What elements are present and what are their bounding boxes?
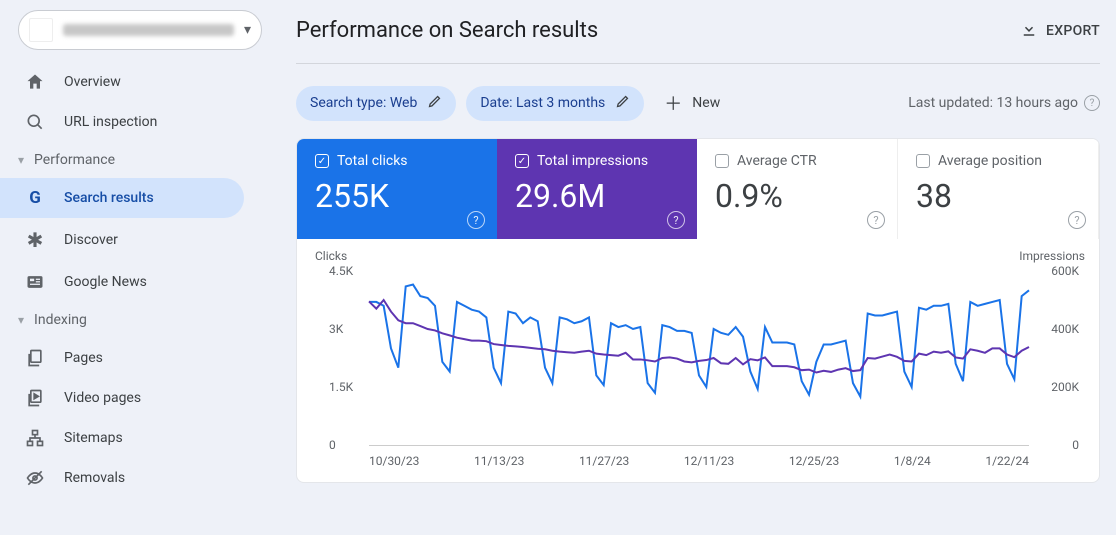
metric-value: 255K bbox=[315, 177, 479, 215]
performance-card: ✓ Total clicks 255K ? ✓ Total impressions … bbox=[296, 138, 1100, 483]
export-label: EXPORT bbox=[1046, 23, 1100, 39]
chevron-down-icon: ▾ bbox=[18, 153, 24, 167]
checkbox-unchecked-icon: ✓ bbox=[715, 154, 729, 168]
google-g-icon: G bbox=[24, 188, 46, 208]
nav-removals[interactable]: Removals bbox=[0, 458, 244, 498]
xtick: 1/22/24 bbox=[985, 454, 1029, 468]
property-icon bbox=[29, 18, 53, 42]
help-icon[interactable]: ? bbox=[867, 211, 885, 229]
chevron-down-icon: ▾ bbox=[18, 313, 24, 327]
ytick-left: 1.5K bbox=[329, 380, 353, 394]
filter-date[interactable]: Date: Last 3 months bbox=[466, 86, 644, 121]
home-icon bbox=[24, 72, 46, 92]
plus-icon: ＋ bbox=[664, 90, 682, 116]
xtick: 12/25/23 bbox=[789, 454, 839, 468]
checkbox-checked-icon: ✓ bbox=[515, 154, 529, 168]
chip-label: Date: Last 3 months bbox=[480, 95, 605, 111]
section-performance[interactable]: ▾ Performance bbox=[0, 142, 280, 178]
nav-label: Google News bbox=[64, 274, 147, 290]
metric-label: Average CTR bbox=[737, 153, 817, 169]
news-icon bbox=[24, 272, 46, 292]
checkbox-unchecked-icon: ✓ bbox=[916, 154, 930, 168]
metric-value: 29.6M bbox=[515, 177, 679, 215]
page-title: Performance on Search results bbox=[296, 18, 598, 43]
search-icon bbox=[24, 112, 46, 132]
metric-total-clicks[interactable]: ✓ Total clicks 255K ? bbox=[297, 139, 497, 239]
ytick-right: 600K bbox=[1051, 264, 1079, 278]
ytick-right: 200K bbox=[1051, 380, 1079, 394]
filter-search-type[interactable]: Search type: Web bbox=[296, 86, 456, 121]
metric-label: Total clicks bbox=[337, 153, 408, 169]
xtick: 1/8/24 bbox=[894, 454, 931, 468]
xtick: 11/27/23 bbox=[579, 454, 629, 468]
chart-plot[interactable]: 4.5K 3K 1.5K 0 600K 400K 200K 0 bbox=[369, 271, 1029, 446]
y-axis-right-label: Impressions bbox=[1019, 249, 1085, 263]
new-label: New bbox=[692, 95, 720, 111]
nav-url-inspection[interactable]: URL inspection bbox=[0, 102, 244, 142]
nav-google-news[interactable]: Google News bbox=[0, 262, 244, 302]
nav-label: Sitemaps bbox=[64, 430, 123, 446]
sidebar: ▾ Overview URL inspection ▾ Performance … bbox=[0, 0, 280, 535]
nav-label: Video pages bbox=[64, 390, 141, 406]
metric-label: Average position bbox=[938, 153, 1042, 169]
nav-label: Pages bbox=[64, 350, 103, 366]
metric-value: 0.9% bbox=[715, 177, 879, 215]
nav-video-pages[interactable]: Video pages bbox=[0, 378, 244, 418]
filter-row: Search type: Web Date: Last 3 months ＋ N… bbox=[296, 64, 1100, 138]
property-selector[interactable]: ▾ bbox=[18, 10, 262, 50]
xtick: 10/30/23 bbox=[369, 454, 419, 468]
metric-total-impressions[interactable]: ✓ Total impressions 29.6M ? bbox=[497, 139, 697, 239]
last-updated-text: Last updated: 13 hours ago bbox=[908, 95, 1078, 111]
video-pages-icon bbox=[24, 388, 46, 408]
help-icon[interactable]: ? bbox=[1084, 95, 1100, 111]
ytick-left: 4.5K bbox=[329, 264, 353, 278]
y-axis-left-label: Clicks bbox=[315, 249, 347, 263]
metric-value: 38 bbox=[916, 177, 1080, 215]
section-label: Performance bbox=[34, 152, 115, 168]
help-icon[interactable]: ? bbox=[467, 211, 485, 229]
property-name-blurred bbox=[63, 24, 234, 36]
pages-icon bbox=[24, 348, 46, 368]
chart-area: Clicks Impressions 4.5K 3K 1.5K 0 600K 4… bbox=[297, 239, 1099, 482]
ytick-right: 0 bbox=[1072, 438, 1079, 452]
pencil-icon bbox=[615, 94, 630, 113]
download-icon bbox=[1020, 20, 1038, 42]
metric-row: ✓ Total clicks 255K ? ✓ Total impressions … bbox=[297, 139, 1099, 239]
checkbox-checked-icon: ✓ bbox=[315, 154, 329, 168]
nav-pages[interactable]: Pages bbox=[0, 338, 244, 378]
main-content: Performance on Search results EXPORT Sea… bbox=[280, 0, 1116, 535]
pencil-icon bbox=[427, 94, 442, 113]
nav-discover[interactable]: ✱ Discover bbox=[0, 218, 244, 262]
export-button[interactable]: EXPORT bbox=[1020, 20, 1100, 42]
asterisk-icon: ✱ bbox=[24, 228, 46, 252]
nav-sitemaps[interactable]: Sitemaps bbox=[0, 418, 244, 458]
hide-icon bbox=[24, 468, 46, 488]
section-indexing[interactable]: ▾ Indexing bbox=[0, 302, 280, 338]
section-label: Indexing bbox=[34, 312, 87, 328]
nav-label: Discover bbox=[64, 232, 118, 248]
sitemap-icon bbox=[24, 428, 46, 448]
nav-overview[interactable]: Overview bbox=[0, 62, 244, 102]
ytick-left: 0 bbox=[329, 438, 336, 452]
ytick-left: 3K bbox=[329, 322, 343, 336]
nav-label: Search results bbox=[64, 190, 154, 206]
last-updated: Last updated: 13 hours ago ? bbox=[908, 95, 1100, 111]
help-icon[interactable]: ? bbox=[1068, 211, 1086, 229]
metric-average-position[interactable]: ✓ Average position 38 ? bbox=[898, 139, 1099, 239]
nav-search-results[interactable]: G Search results bbox=[0, 178, 244, 218]
help-icon[interactable]: ? bbox=[667, 211, 685, 229]
x-axis-ticks: 10/30/23 11/13/23 11/27/23 12/11/23 12/2… bbox=[369, 454, 1029, 468]
nav-label: Overview bbox=[64, 74, 121, 90]
add-filter-button[interactable]: ＋ New bbox=[654, 82, 730, 124]
xtick: 12/11/23 bbox=[684, 454, 734, 468]
chevron-down-icon: ▾ bbox=[244, 22, 251, 38]
nav-label: URL inspection bbox=[64, 114, 157, 130]
ytick-right: 400K bbox=[1051, 322, 1079, 336]
chip-label: Search type: Web bbox=[310, 95, 417, 111]
metric-label: Total impressions bbox=[537, 153, 648, 169]
xtick: 11/13/23 bbox=[474, 454, 524, 468]
metric-average-ctr[interactable]: ✓ Average CTR 0.9% ? bbox=[697, 139, 898, 239]
nav-label: Removals bbox=[64, 470, 125, 486]
